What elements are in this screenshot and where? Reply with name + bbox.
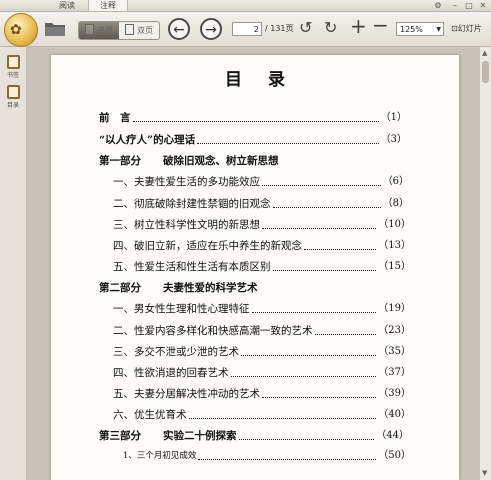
toc-entry-text: 前 言 bbox=[99, 112, 131, 124]
toc-part-label: 第三部分 bbox=[99, 430, 141, 442]
toc-entry-page: （3） bbox=[380, 134, 407, 145]
toc-entry[interactable]: 四、性欲消退的回春艺术 （37） bbox=[113, 364, 411, 380]
toc-entry-page: （40） bbox=[378, 409, 411, 420]
toc-entry-text: 二、性爱内容多样化和快感高潮一致的艺术 bbox=[113, 325, 313, 337]
rotate-right-icon[interactable]: ↻ bbox=[324, 20, 337, 36]
scroll-up-icon[interactable]: ▲ bbox=[482, 49, 487, 57]
toc-part-title: 破除旧观念、树立新思想 bbox=[163, 155, 279, 167]
page-title: 目录 bbox=[225, 70, 311, 90]
double-page-icon bbox=[125, 24, 134, 35]
scrollbar-thumb[interactable] bbox=[482, 61, 489, 83]
scroll-down-icon[interactable]: ▼ bbox=[482, 469, 487, 477]
toc-entry-text: 六、优生优育术 bbox=[113, 409, 187, 421]
toc-entry-text: 四、性欲消退的回春艺术 bbox=[113, 367, 229, 379]
toc-entry-text: 五、性爱生活和性生活有本质区别 bbox=[113, 261, 271, 273]
toc-entry-page: （37） bbox=[378, 367, 411, 378]
vertical-scrollbar[interactable]: ▲ ▼ bbox=[479, 47, 491, 480]
page-number-input[interactable]: 2 bbox=[232, 22, 262, 36]
toc-entry-text: “以人疗人”的心理话 bbox=[99, 134, 196, 146]
zoom-in-icon[interactable]: + bbox=[350, 16, 367, 36]
toc-entry-text: 三、多交不泄或少泄的艺术 bbox=[113, 346, 239, 358]
zoom-value: 125% bbox=[400, 25, 423, 34]
maximize-button[interactable]: □ bbox=[463, 0, 475, 11]
toc-entry-page: （1） bbox=[380, 112, 407, 123]
toc-entry[interactable]: 四、破旧立新，适应在乐中养生的新观念 （13） bbox=[113, 237, 411, 253]
toc-entry[interactable]: 二、性爱内容多样化和快感高潮一致的艺术 （23） bbox=[113, 322, 411, 338]
single-page-label: 单页 bbox=[97, 26, 113, 35]
chevron-down-icon: ▼ bbox=[436, 26, 441, 33]
toc-entry-page: （8） bbox=[382, 198, 409, 209]
toc-part-heading[interactable]: 第二部分 夫妻性爱的科学艺术 bbox=[99, 279, 407, 295]
zoom-out-icon[interactable]: − bbox=[372, 15, 389, 35]
toc-entry-page: （35） bbox=[378, 346, 411, 357]
rotate-left-icon[interactable]: ↺ bbox=[299, 20, 312, 36]
toc-entry[interactable]: “以人疗人”的心理话 （3） bbox=[99, 131, 407, 147]
sidebar-item-label: 书签 bbox=[6, 72, 19, 79]
previous-page-button[interactable]: ← bbox=[168, 18, 190, 40]
double-page-label: 双页 bbox=[137, 26, 153, 35]
toc-entry-text: 四、破旧立新，适应在乐中养生的新观念 bbox=[113, 240, 302, 252]
toc-entry-page: （15） bbox=[378, 261, 411, 272]
sidebar-item-label: 目录 bbox=[6, 102, 19, 109]
double-page-button[interactable]: 双页 bbox=[119, 22, 159, 39]
toc-entry-page: （44） bbox=[376, 430, 409, 441]
zoom-select[interactable]: 125% ▼ bbox=[396, 22, 444, 36]
bookmark-icon bbox=[6, 55, 20, 69]
single-page-icon bbox=[85, 24, 94, 35]
toc-entry[interactable]: 二、彻底破除封建性禁锢的旧观念 （8） bbox=[113, 195, 409, 211]
toc-entry[interactable]: 1、三个月初见成效 （50） bbox=[123, 447, 411, 463]
next-page-button[interactable]: → bbox=[200, 18, 222, 40]
toc-entry-text: 二、彻底破除封建性禁锢的旧观念 bbox=[113, 198, 271, 210]
toc-entry[interactable]: 一、夫妻性爱生活的多功能效应 （6） bbox=[113, 173, 409, 189]
toc-entry-text: 一、男女性生理和性心理特征 bbox=[113, 303, 250, 315]
document-page: 目录 前 言（1） “以人疗人”的心理话 （3） 第一部分 破除旧观念、树立新思想 … bbox=[51, 55, 459, 480]
toc-entry-text: 五、夫妻分居解决性冲动的艺术 bbox=[113, 388, 260, 400]
toc-entry[interactable]: 三、树立性科学性文明的新思想 （10） bbox=[113, 216, 411, 232]
page-total: / 131页 bbox=[265, 24, 294, 33]
slideshow-label: 幻灯片 bbox=[457, 24, 482, 33]
toc-part-heading[interactable]: 第三部分 实验二十例探索 （44） bbox=[99, 427, 409, 443]
toc-entry-page: （10） bbox=[378, 219, 411, 230]
toc-part-title: 夫妻性爱的科学艺术 bbox=[163, 282, 258, 294]
toc-entry[interactable]: 一、男女性生理和性心理特征 （19） bbox=[113, 300, 411, 316]
slideshow-button[interactable]: ⊡幻灯片 bbox=[451, 22, 482, 36]
app-logo-icon[interactable]: ✿ bbox=[4, 13, 38, 47]
tab-strip: 阅读 注释 ⚙ – □ ✕ bbox=[0, 0, 491, 12]
toc-entry-page: （13） bbox=[378, 240, 411, 251]
toc-entry-text: 1、三个月初见成效 bbox=[123, 451, 197, 461]
toc-entry[interactable]: 前 言 （1） bbox=[99, 109, 407, 125]
toc-entry-page: （50） bbox=[378, 450, 411, 461]
toc-part-label: 第二部分 bbox=[99, 282, 141, 294]
page-mode-toggle: 单页 双页 bbox=[78, 21, 160, 40]
toolbar: ✿ 单页 双页 ← → 2 / 131页 ↺ ↻ + − 125% ▼ ⊡幻灯片 bbox=[0, 12, 491, 47]
single-page-button[interactable]: 单页 bbox=[79, 22, 119, 39]
tab-read[interactable]: 阅读 bbox=[48, 0, 86, 11]
toc-part-title: 实验二十例探索 bbox=[163, 430, 237, 442]
open-folder-icon[interactable] bbox=[44, 20, 66, 37]
toc-part-label: 第一部分 bbox=[99, 155, 141, 167]
minimize-button[interactable]: – bbox=[449, 0, 461, 11]
slideshow-icon: ⊡ bbox=[451, 24, 458, 33]
toc-entry-page: （6） bbox=[382, 176, 409, 187]
document-viewport[interactable]: 目录 前 言（1） “以人疗人”的心理话 （3） 第一部分 破除旧观念、树立新思想 … bbox=[27, 47, 479, 480]
toc-entry[interactable]: 五、性爱生活和性生活有本质区别 （15） bbox=[113, 258, 411, 274]
toc-entry-text: 一、夫妻性爱生活的多功能效应 bbox=[113, 176, 260, 188]
sidebar-item-toc[interactable]: 目录 bbox=[1, 85, 25, 109]
toc-entry[interactable]: 三、多交不泄或少泄的艺术 （35） bbox=[113, 343, 411, 359]
tab-annotate[interactable]: 注释 bbox=[88, 0, 128, 11]
sidebar-item-bookmark[interactable]: 书签 bbox=[1, 55, 25, 79]
toc-icon bbox=[6, 85, 20, 99]
settings-icon[interactable]: ⚙ bbox=[432, 0, 444, 11]
toc-entry-page: （23） bbox=[378, 325, 411, 336]
toc-part-heading[interactable]: 第一部分 破除旧观念、树立新思想 bbox=[99, 152, 407, 168]
toc-entry-text: 三、树立性科学性文明的新思想 bbox=[113, 219, 260, 231]
toc-entry[interactable]: 五、夫妻分居解决性冲动的艺术 （39） bbox=[113, 385, 411, 401]
toc-entry[interactable]: 六、优生优育术 （40） bbox=[113, 406, 411, 422]
toc-entry-page: （19） bbox=[378, 303, 411, 314]
toc-entry-page: （39） bbox=[378, 388, 411, 399]
close-button[interactable]: ✕ bbox=[477, 0, 489, 11]
sidebar: 书签 目录 bbox=[0, 47, 27, 480]
